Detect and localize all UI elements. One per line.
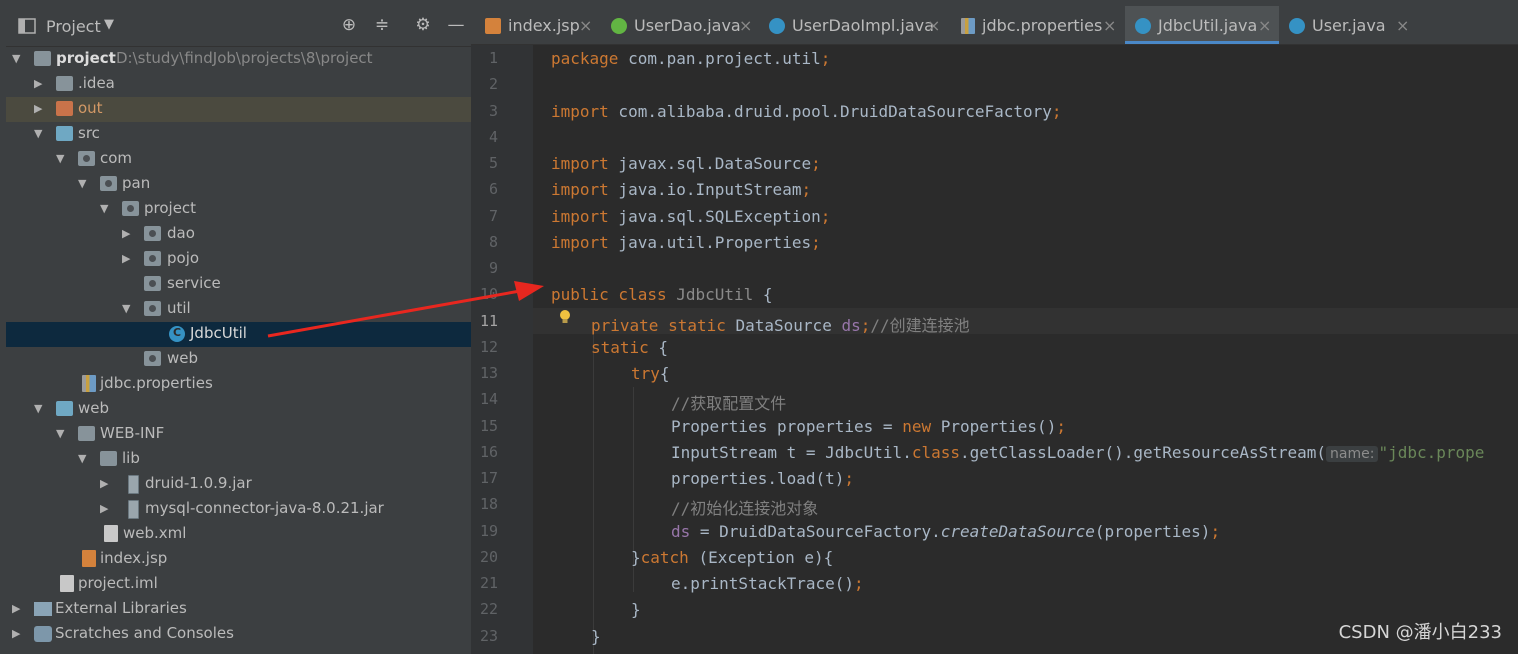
annotation-arrow xyxy=(267,281,544,338)
watermark: CSDN @潘小白233 xyxy=(1338,622,1502,643)
